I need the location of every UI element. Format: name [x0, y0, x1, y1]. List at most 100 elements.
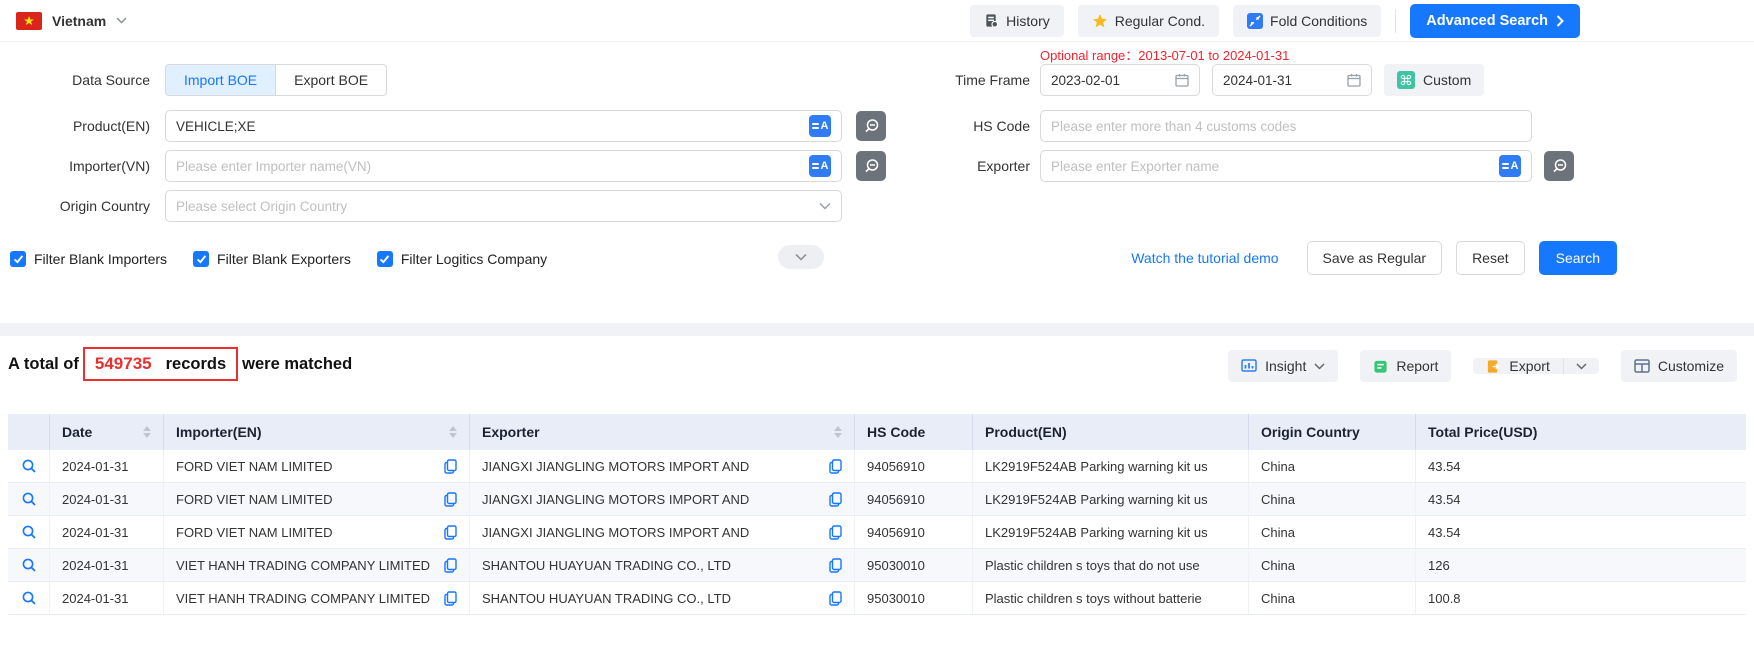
translate-icon[interactable]: A: [809, 115, 831, 137]
copy-icon[interactable]: [444, 591, 457, 606]
cell-hs-code: 94056910: [855, 483, 973, 515]
copy-icon[interactable]: [444, 492, 457, 507]
exclude-search-icon[interactable]: [856, 111, 886, 141]
summary-suffix: were matched: [242, 355, 352, 374]
export-dropdown-button[interactable]: [1563, 358, 1599, 374]
header-date: Date: [50, 414, 164, 450]
filter-label: Filter Logitics Company: [401, 251, 547, 267]
origin-country-label: Origin Country: [0, 190, 150, 222]
copy-icon[interactable]: [829, 459, 842, 474]
regular-cond-button[interactable]: Regular Cond.: [1078, 5, 1219, 37]
cell-date: 2024-01-31: [50, 450, 164, 482]
cell-importer: VIET HANH TRADING COMPANY LIMITED: [164, 582, 470, 614]
cell-origin: China: [1249, 549, 1416, 581]
row-detail-search-icon[interactable]: [8, 450, 50, 482]
copy-icon[interactable]: [444, 525, 457, 540]
history-button[interactable]: History: [970, 5, 1064, 37]
filter-blank-exporters-checkbox[interactable]: Filter Blank Exporters: [193, 251, 351, 267]
sort-icon[interactable]: [834, 426, 842, 438]
insight-button[interactable]: Insight: [1228, 350, 1338, 382]
origin-country-select[interactable]: [165, 190, 842, 222]
table-row: 2024-01-31 VIET HANH TRADING COMPANY LIM…: [8, 582, 1746, 615]
results-summary: A total of 549735 records were matched: [8, 347, 352, 381]
export-button-group: Export: [1473, 358, 1598, 374]
advanced-search-button[interactable]: Advanced Search: [1410, 4, 1580, 38]
exporter-field: A: [1040, 150, 1532, 182]
search-actions: Watch the tutorial demo Save as Regular …: [1131, 240, 1617, 276]
product-en-input[interactable]: [176, 119, 809, 134]
table-row: 2024-01-31 VIET HANH TRADING COMPANY LIM…: [8, 549, 1746, 582]
chevron-down-icon[interactable]: [116, 17, 127, 24]
exporter-input[interactable]: [1051, 159, 1499, 174]
row-detail-search-icon[interactable]: [8, 582, 50, 614]
tutorial-demo-link[interactable]: Watch the tutorial demo: [1131, 250, 1278, 266]
data-source-tabs: Import BOE Export BOE: [165, 64, 387, 96]
custom-range-button[interactable]: Custom: [1384, 64, 1484, 96]
fold-conditions-button[interactable]: Fold Conditions: [1233, 5, 1381, 37]
exclude-search-icon[interactable]: [1544, 151, 1574, 181]
cell-date: 2024-01-31: [50, 516, 164, 548]
exclude-search-icon[interactable]: [856, 151, 886, 181]
records-count-highlight: 549735 records: [83, 347, 238, 381]
copy-icon[interactable]: [829, 492, 842, 507]
search-panel: Optional range：2013-07-01 to 2024-01-31 …: [0, 42, 1754, 323]
chevron-down-icon: [795, 253, 807, 261]
insight-label: Insight: [1265, 358, 1306, 374]
cell-price: 100.8: [1416, 582, 1746, 614]
header-product: Product(EN): [973, 414, 1249, 450]
chevron-right-icon: [1556, 15, 1564, 27]
history-label: History: [1006, 13, 1050, 29]
save-as-regular-button[interactable]: Save as Regular: [1307, 241, 1443, 275]
cell-product: LK2919F524AB Parking warning kit us: [973, 450, 1249, 482]
cell-importer: VIET HANH TRADING COMPANY LIMITED: [164, 549, 470, 581]
export-icon: [1486, 359, 1501, 374]
cell-importer: FORD VIET NAM LIMITED: [164, 516, 470, 548]
sort-icon[interactable]: [143, 426, 151, 438]
checkbox-checked-icon: [10, 251, 26, 267]
importer-vn-input[interactable]: [176, 159, 809, 174]
copy-icon[interactable]: [444, 459, 457, 474]
report-button[interactable]: Report: [1360, 350, 1451, 382]
country-selector[interactable]: Vietnam: [16, 12, 127, 30]
table-header-row: Date Importer(EN) Exporter HS Code Produ…: [8, 414, 1746, 450]
tab-export-boe[interactable]: Export BOE: [275, 65, 386, 95]
search-button[interactable]: Search: [1539, 241, 1617, 275]
date-to-input[interactable]: 2024-01-31: [1212, 64, 1372, 96]
filter-logistics-company-checkbox[interactable]: Filter Logitics Company: [377, 251, 547, 267]
reset-button[interactable]: Reset: [1456, 241, 1525, 275]
origin-country-input[interactable]: [176, 199, 819, 214]
header-exporter: Exporter: [470, 414, 855, 450]
header-origin: Origin Country: [1249, 414, 1416, 450]
collapse-conditions-button[interactable]: [778, 245, 824, 269]
insight-icon: [1241, 359, 1257, 374]
translate-icon[interactable]: A: [1499, 155, 1521, 177]
copy-icon[interactable]: [829, 591, 842, 606]
row-detail-search-icon[interactable]: [8, 516, 50, 548]
cell-exporter: SHANTOU HUAYUAN TRADING CO., LTD: [470, 549, 855, 581]
row-detail-search-icon[interactable]: [8, 483, 50, 515]
report-label: Report: [1396, 358, 1438, 374]
cell-hs-code: 95030010: [855, 582, 973, 614]
page: Vietnam History Regular Cond. Fold Condi…: [0, 0, 1754, 648]
filter-blank-importers-checkbox[interactable]: Filter Blank Importers: [10, 251, 167, 267]
copy-icon[interactable]: [444, 558, 457, 573]
header-detail-col: [8, 414, 50, 450]
sort-icon[interactable]: [449, 426, 457, 438]
cell-price: 126: [1416, 549, 1746, 581]
date-from-input[interactable]: 2023-02-01: [1040, 64, 1200, 96]
tab-import-boe[interactable]: Import BOE: [166, 65, 275, 95]
customize-button[interactable]: Customize: [1621, 350, 1737, 382]
row-detail-search-icon[interactable]: [8, 549, 50, 581]
cell-date: 2024-01-31: [50, 549, 164, 581]
cell-product: Plastic children s toys that do not use: [973, 549, 1249, 581]
records-count: 549735: [95, 354, 152, 374]
copy-icon[interactable]: [829, 525, 842, 540]
hs-code-input[interactable]: [1051, 119, 1521, 134]
cell-price: 43.54: [1416, 450, 1746, 482]
summary-prefix: A total of: [8, 355, 79, 374]
export-button[interactable]: Export: [1473, 358, 1562, 374]
product-en-field: A: [165, 110, 842, 142]
translate-icon[interactable]: A: [809, 155, 831, 177]
chevron-down-icon: [1576, 363, 1587, 370]
copy-icon[interactable]: [829, 558, 842, 573]
